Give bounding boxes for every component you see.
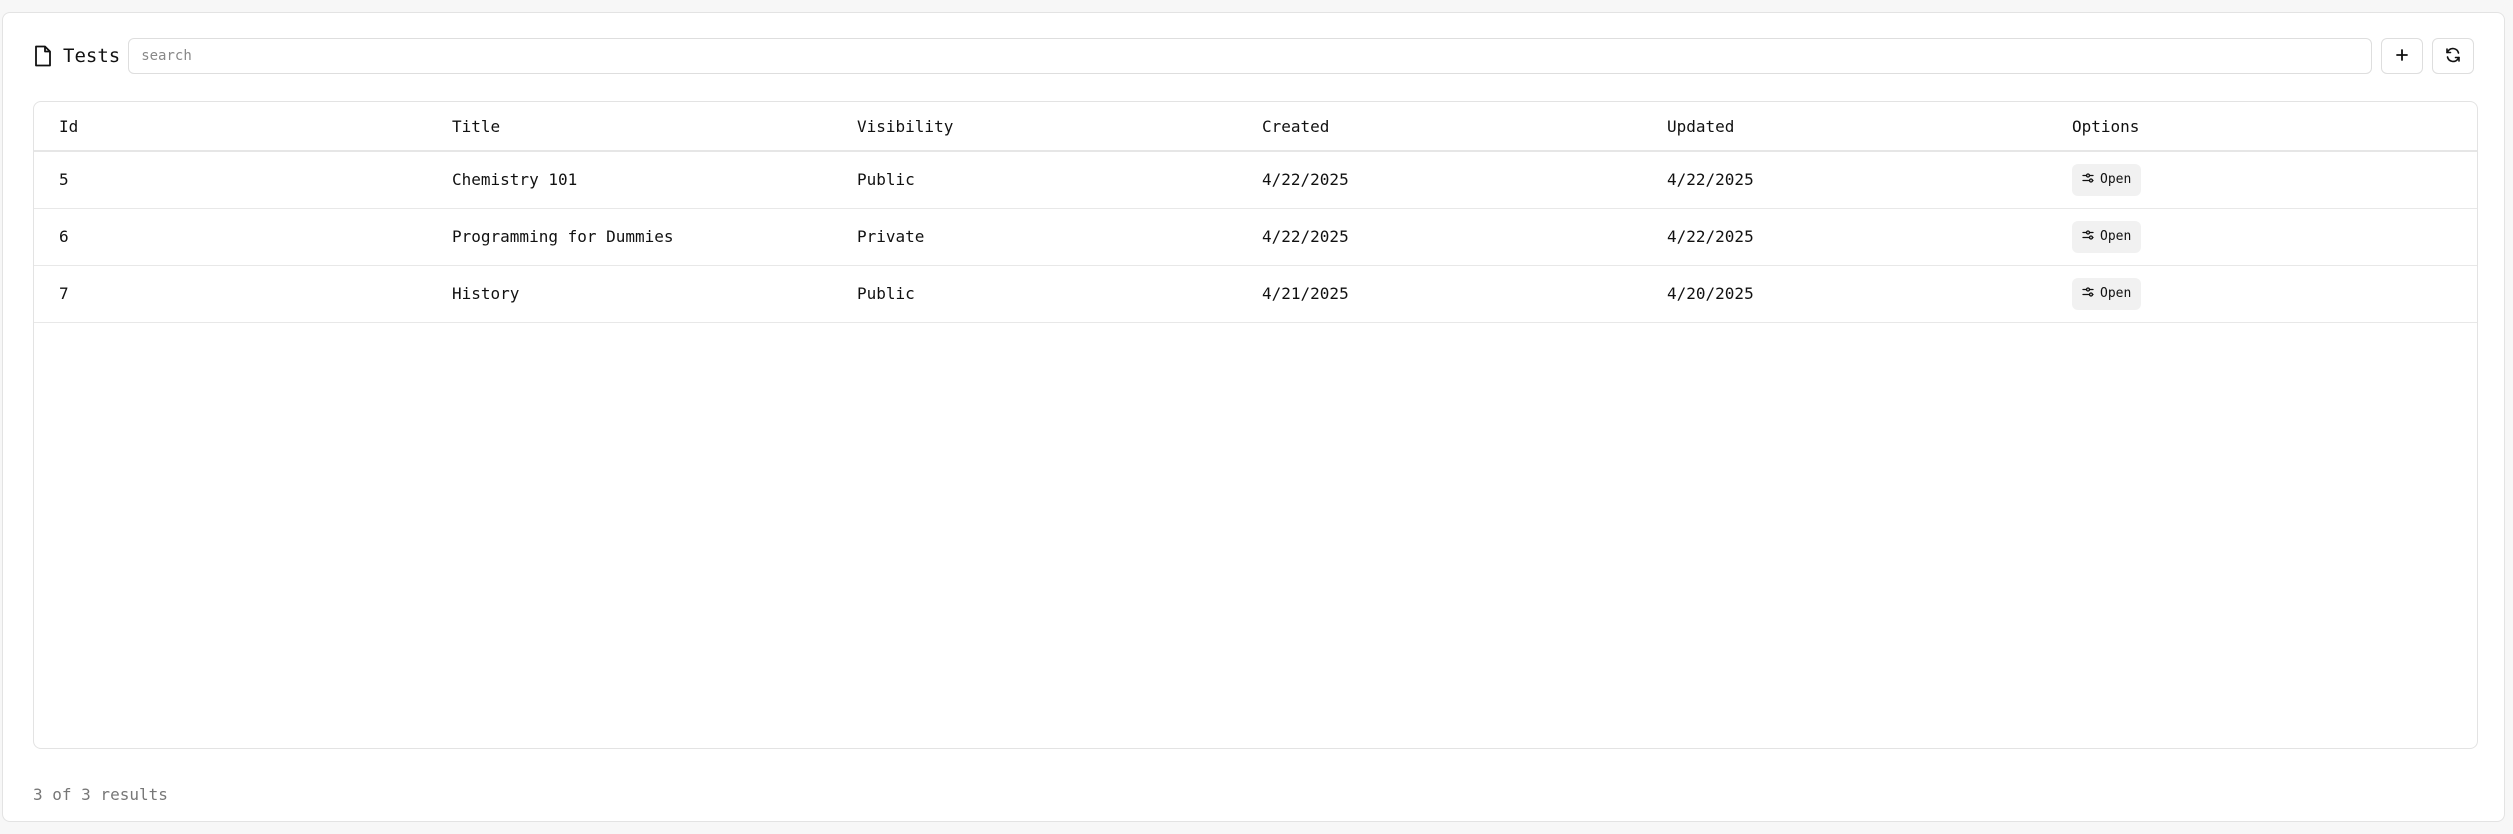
cell-visibility: Public	[857, 170, 915, 190]
cell-id: 5	[59, 170, 69, 190]
cell-visibility: Public	[857, 284, 915, 303]
cell-created: 4/22/2025	[1262, 170, 1349, 190]
open-button[interactable]: Open	[2072, 277, 2142, 310]
column-header-title[interactable]: Title	[427, 102, 832, 152]
plus-icon	[2395, 48, 2409, 65]
sliders-icon	[2082, 229, 2094, 245]
tests-table: Id Title Visibility Created Updated Opti…	[33, 101, 2478, 749]
results-count: 3 of 3 results	[33, 785, 168, 804]
page-title: Tests	[63, 44, 121, 67]
cell-created: 4/22/2025	[1262, 227, 1349, 246]
tests-panel: Tests search Id Title Visibility Created…	[2, 12, 2505, 822]
table-row: 6 Programming for Dummies Private 4/22/2…	[34, 208, 2477, 265]
page-header: Tests	[33, 44, 120, 68]
cell-title: Chemistry 101	[452, 170, 578, 190]
column-header-id[interactable]: Id	[34, 102, 427, 152]
table-header-row: Id Title Visibility Created Updated Opti…	[34, 102, 2477, 152]
column-header-created[interactable]: Created	[1237, 102, 1642, 152]
open-button-label: Open	[2100, 172, 2132, 188]
open-button[interactable]: Open	[2072, 163, 2142, 196]
file-icon	[33, 44, 53, 68]
cell-options: Open	[2047, 151, 2477, 208]
table-row: 5 Chemistry 101 Public 4/22/2025 4/22/20…	[34, 151, 2477, 208]
column-header-options: Options	[2047, 102, 2477, 152]
cell-updated: 4/22/2025	[1667, 170, 1754, 190]
add-button[interactable]	[2381, 38, 2423, 74]
cell-visibility: Private	[857, 227, 925, 246]
cell-options: Open	[2047, 265, 2477, 322]
refresh-button[interactable]	[2432, 38, 2474, 74]
cell-id: 6	[59, 227, 69, 246]
open-button[interactable]: Open	[2072, 220, 2142, 253]
table-row: 7 History Public 4/21/2025 4/20/2025 Ope…	[34, 265, 2477, 322]
cell-title: History	[452, 284, 520, 303]
cell-created: 4/21/2025	[1262, 284, 1349, 303]
sliders-icon	[2082, 172, 2094, 188]
toolbar: Tests	[33, 37, 2474, 75]
refresh-icon	[2445, 47, 2461, 66]
sliders-icon	[2082, 286, 2094, 302]
open-button-label: Open	[2100, 286, 2132, 301]
cell-options: Open	[2047, 208, 2477, 265]
column-header-updated[interactable]: Updated	[1642, 102, 2047, 152]
open-button-label: Open	[2100, 229, 2132, 244]
cell-updated: 4/22/2025	[1667, 227, 1754, 246]
cell-title: Programming for Dummies	[452, 227, 674, 246]
cell-updated: 4/20/2025	[1667, 284, 1754, 303]
column-header-visibility[interactable]: Visibility	[832, 102, 1237, 152]
search-input[interactable]	[128, 38, 2372, 74]
cell-id: 7	[59, 284, 69, 303]
